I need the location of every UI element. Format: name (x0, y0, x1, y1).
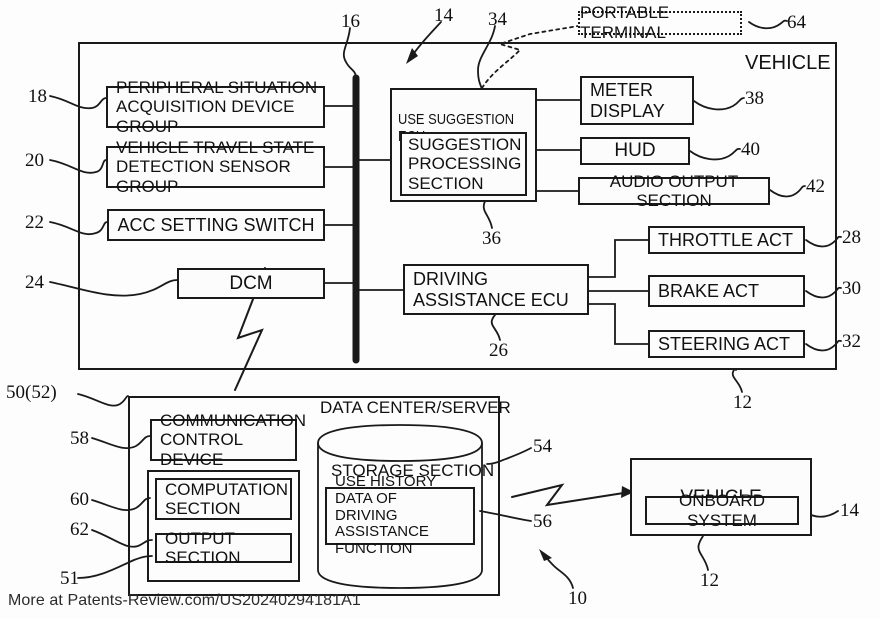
refnum-32: 32 (842, 331, 861, 352)
output-section-label: OUTPUT SECTION (165, 528, 241, 567)
refnum-26: 26 (489, 340, 508, 361)
refnum-38: 38 (745, 88, 764, 109)
steering-act-label: STEERING ACT (658, 333, 791, 354)
throttle-act-label: THROTTLE ACT (658, 229, 794, 250)
refnum-18: 18 (28, 86, 47, 107)
meter-display-block[interactable]: METER DISPLAY (580, 76, 694, 125)
acc-setting-switch-label: ACC SETTING SWITCH (117, 214, 315, 235)
refnum-22: 22 (25, 212, 44, 233)
peripheral-situation-block[interactable]: PERIPHERAL SITUATION ACQUISITION DEVICE … (106, 78, 325, 136)
hud-label: HUD (614, 140, 656, 162)
use-history-data-label: USE HISTORY DATA OF DRIVING ASSISTANCE F… (335, 473, 436, 558)
portable-terminal-box[interactable]: PORTABLE TERMINAL (578, 3, 742, 42)
leader-10 (545, 556, 574, 589)
throttle-act-block[interactable]: THROTTLE ACT (648, 226, 805, 254)
use-history-data-block[interactable]: USE HISTORY DATA OF DRIVING ASSISTANCE F… (325, 473, 475, 557)
dcm-block[interactable]: DCM (177, 268, 325, 299)
data-center-label: DATA CENTER/SERVER (320, 398, 511, 417)
onboard-system-block[interactable]: ONBOARD SYSTEM (645, 491, 799, 530)
refnum-36: 36 (482, 228, 501, 249)
leader-12-vehicle (731, 368, 743, 393)
refnum-14-arrow: 14 (434, 5, 453, 26)
refnum-64: 64 (787, 12, 806, 33)
vehicle-outer-label: VEHICLE (745, 52, 831, 74)
refnum-56: 56 (533, 511, 552, 532)
arrowhead-10 (539, 549, 552, 561)
suggestion-processing-section-label: SUGGESTION PROCESSING SECTION (408, 135, 522, 193)
refnum-42: 42 (806, 176, 825, 197)
refnum-40: 40 (741, 139, 760, 160)
refnum-30: 30 (842, 278, 861, 299)
output-section-block[interactable]: OUTPUT SECTION (155, 529, 292, 567)
communication-control-device-label: COMMUNICATION CONTROL DEVICE (160, 411, 307, 469)
refnum-28: 28 (842, 227, 861, 248)
use-suggestion-ecu-block[interactable]: USE SUGGESTION ECU SUGGESTION PROCESSING… (390, 88, 537, 202)
meter-display-label: METER DISPLAY (590, 80, 665, 121)
dcm-label: DCM (229, 272, 273, 294)
vehicle-travel-state-label: VEHICLE TRAVEL STATE DETECTION SENSOR GR… (116, 138, 315, 196)
refnum-16: 16 (341, 11, 360, 32)
leader-64 (748, 19, 788, 30)
driving-assistance-ecu-label: DRIVING ASSISTANCE ECU (413, 269, 569, 310)
steering-act-block[interactable]: STEERING ACT (648, 330, 805, 358)
refnum-60: 60 (70, 489, 89, 510)
brake-act-block[interactable]: BRAKE ACT (648, 275, 805, 307)
refnum-10: 10 (568, 588, 587, 609)
refnum-12-vehicle: 12 (733, 392, 752, 413)
audio-output-section-block[interactable]: AUDIO OUTPUT SECTION (578, 172, 770, 210)
refnum-54: 54 (533, 436, 552, 457)
watermark-text: More at Patents-Review.com/US20240294181… (8, 592, 361, 609)
suggestion-processing-section-block[interactable]: SUGGESTION PROCESSING SECTION (400, 132, 527, 196)
patent-diagram-page: VEHICLE DATA CENTER/SERVER PORTABLE TERM… (0, 0, 880, 619)
computation-section-label: COMPUTATION SECTION (165, 479, 289, 518)
refnum-24: 24 (25, 272, 44, 293)
refnum-58: 58 (70, 428, 89, 449)
onboard-vehicle-block[interactable]: VEHICLE ONBOARD SYSTEM (630, 458, 812, 536)
leader-50-52 (77, 393, 129, 407)
refnum-14-onboard: 14 (840, 500, 859, 521)
brake-act-label: BRAKE ACT (658, 280, 760, 301)
hud-block[interactable]: HUD (580, 137, 690, 165)
refnum-34: 34 (488, 9, 507, 30)
acc-setting-switch-block[interactable]: ACC SETTING SWITCH (107, 209, 325, 241)
refnum-62: 62 (70, 519, 89, 540)
computation-section-block[interactable]: COMPUTATION SECTION (155, 478, 292, 520)
peripheral-situation-label: PERIPHERAL SITUATION ACQUISITION DEVICE … (116, 78, 318, 136)
leader-12-onboard (697, 535, 709, 571)
communication-control-device-block[interactable]: COMMUNICATION CONTROL DEVICE (150, 411, 306, 469)
audio-output-section-label: AUDIO OUTPUT SECTION (609, 171, 739, 210)
portable-terminal-label: PORTABLE TERMINAL (580, 3, 670, 42)
onboard-system-label: ONBOARD SYSTEM (679, 491, 765, 530)
refnum-20: 20 (25, 150, 44, 171)
refnum-51: 51 (60, 568, 79, 589)
vehicle-travel-state-block[interactable]: VEHICLE TRAVEL STATE DETECTION SENSOR GR… (106, 138, 325, 196)
refnum-50-52: 50(52) (6, 382, 57, 403)
refnum-12-onboard: 12 (700, 570, 719, 591)
lightning-server-vehicle (511, 483, 631, 507)
driving-assistance-ecu-block[interactable]: DRIVING ASSISTANCE ECU (403, 264, 589, 315)
